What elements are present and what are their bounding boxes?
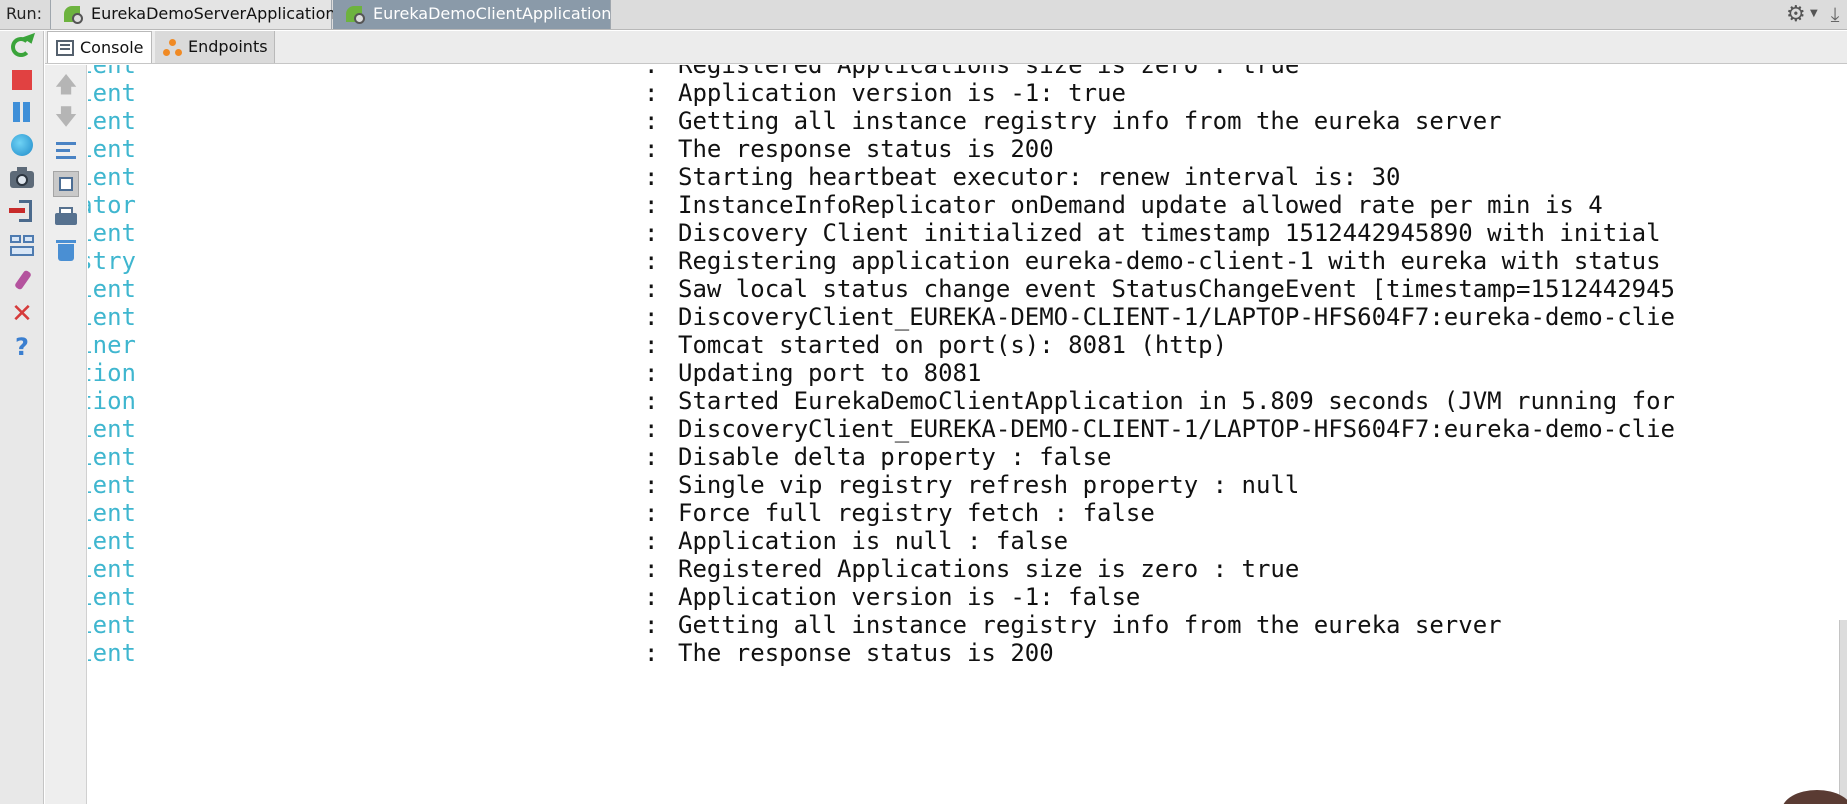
log-logger-text: ix.discovery.DiscoveryClient <box>88 303 136 331</box>
log-logger-text: ix.discovery.DiscoveryClient <box>88 611 136 639</box>
pause-icon[interactable] <box>9 99 35 125</box>
log-message: The response status is 200 <box>678 639 1054 667</box>
log-logger-text: very.InstanceInfoReplicator <box>88 191 136 219</box>
log-logger-text: ix.discovery.DiscoveryClient <box>88 443 136 471</box>
exit-icon[interactable] <box>9 198 35 224</box>
layout-icon[interactable] <box>9 233 35 259</box>
log-logger-text: ix.discovery.DiscoveryClient <box>88 527 136 555</box>
run-tab-server[interactable]: EurekaDemoServerApplication <box>50 0 336 29</box>
run-tab-label: EurekaDemoServerApplication <box>91 4 336 23</box>
vertical-scrollbar[interactable] <box>1839 620 1847 804</box>
screenshot-icon[interactable] <box>9 165 35 191</box>
log-logger-text: ix.discovery.DiscoveryClient <box>88 275 136 303</box>
log-logger-text: ekaDemoClientApplication <box>88 387 136 415</box>
run-tool-window-header: Run: EurekaDemoServerApplication EurekaD… <box>0 0 1847 30</box>
log-logger-text: ix.discovery.DiscoveryClient <box>88 639 136 667</box>
log-logger-text: ix.discovery.DiscoveryClient <box>88 163 136 191</box>
log-logger-text: ix.discovery.DiscoveryClient <box>88 219 136 247</box>
globe-icon[interactable] <box>9 132 35 158</box>
endpoints-icon <box>163 39 183 57</box>
close-icon[interactable]: ✕ <box>9 301 35 327</box>
run-tab-label: EurekaDemoClientApplication <box>373 4 612 23</box>
console-toolbar: 🡅 🡇 <box>45 65 87 804</box>
log-logger-text: ix.discovery.DiscoveryClient <box>88 583 136 611</box>
tab-label: Endpoints <box>188 37 268 56</box>
scroll-to-end-icon[interactable] <box>53 171 79 197</box>
tab-console[interactable]: Console <box>47 31 152 63</box>
run-left-toolbar: ✕ ? <box>0 31 44 804</box>
chevron-down-icon: ▼ <box>1810 8 1818 19</box>
console-icon <box>56 40 74 56</box>
soft-wrap-icon[interactable] <box>53 138 79 164</box>
log-logger-text: .s.EurekaServiceRegistry <box>88 247 136 275</box>
log-logger-text: ix.discovery.DiscoveryClient <box>88 79 136 107</box>
down-arrow-icon[interactable]: 🡇 <box>53 105 79 131</box>
log-separator: : <box>644 639 659 667</box>
stop-icon[interactable] <box>9 67 35 93</box>
console-tab-bar: Console Endpoints <box>45 31 1847 64</box>
pin-icon[interactable] <box>9 268 35 294</box>
log-logger-name: ix.discovery.DiscoveryClient <box>88 637 136 670</box>
tab-label: Console <box>80 38 144 57</box>
up-arrow-icon[interactable]: 🡅 <box>53 73 79 99</box>
log-logger-text: ix.discovery.DiscoveryClient <box>88 555 136 583</box>
log-logger-text: s.EurekaAutoServiceRegistration <box>88 359 136 387</box>
help-icon[interactable]: ? <box>9 334 35 360</box>
log-logger-text: ix.discovery.DiscoveryClient <box>88 107 136 135</box>
tab-endpoints[interactable]: Endpoints <box>155 31 275 63</box>
log-line: ix.discovery.DiscoveryClient: The respons… <box>88 637 1847 670</box>
log-logger-text: ix.discovery.DiscoveryClient <box>88 499 136 527</box>
hide-download-icon[interactable]: ⤓ <box>1824 2 1846 28</box>
rerun-icon[interactable] <box>9 32 39 61</box>
log-logger-text: ix.discovery.DiscoveryClient <box>88 415 136 443</box>
log-logger-text: ix.discovery.DiscoveryClient <box>88 471 136 499</box>
spring-boot-icon <box>63 5 85 24</box>
settings-gear-icon[interactable]: ⚙ ▼ <box>1786 2 1820 28</box>
run-label: Run: <box>6 4 43 23</box>
log-logger-text: ix.discovery.DiscoveryClient <box>88 135 136 163</box>
print-icon[interactable] <box>53 205 79 231</box>
log-logger-text: .TomcatEmbeddedServletContainer <box>88 331 136 359</box>
trash-icon[interactable] <box>53 237 79 263</box>
spring-boot-icon <box>345 5 367 24</box>
console-output[interactable]: ix.discovery.DiscoveryClient:Registered … <box>88 65 1847 804</box>
run-tab-client[interactable]: EurekaDemoClientApplication <box>333 0 611 29</box>
